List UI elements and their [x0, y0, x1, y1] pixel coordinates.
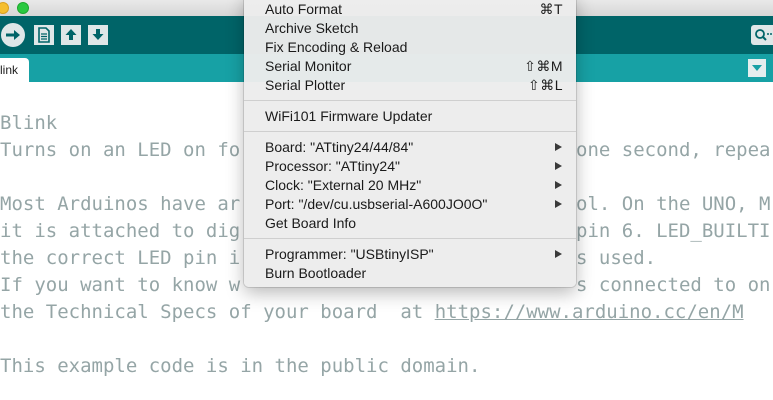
right-arrow-icon [6, 30, 20, 40]
code-fragment: pin 6. LED_BUILTI [576, 220, 771, 242]
zoom-window-button[interactable] [17, 2, 29, 14]
menu-item-wifi101-updater[interactable]: WiFi101 Firmware Updater [244, 107, 576, 126]
shortcut-label: ⇧⌘L [527, 77, 563, 93]
document-icon [38, 27, 50, 43]
tab-sketch[interactable]: link [0, 58, 29, 82]
submenu-arrow-icon [555, 162, 562, 170]
code-fragment: one second, repea [576, 139, 771, 161]
menu-item-burn-bootloader[interactable]: Burn Bootloader [244, 264, 576, 283]
upload-button[interactable] [1, 23, 25, 47]
new-sketch-button[interactable] [34, 25, 54, 45]
shortcut-label: ⌘T [539, 1, 563, 17]
menu-item-processor[interactable]: Processor: "ATtiny24" [244, 157, 576, 176]
tab-menu-button[interactable] [748, 59, 766, 77]
reference-link[interactable]: https://www.arduino.cc/en/M [435, 301, 744, 323]
shortcut-label: ⇧⌘M [524, 58, 563, 74]
code-fragment: s connected to on [576, 274, 771, 296]
menu-item-clock[interactable]: Clock: "External 20 MHz" [244, 176, 576, 195]
submenu-arrow-icon [555, 181, 562, 189]
chevron-down-icon [752, 65, 762, 71]
magnifier-icon [755, 29, 772, 41]
menu-item-fix-encoding[interactable]: Fix Encoding & Reload [244, 38, 576, 57]
code-fragment: ol. On the UNO, M [576, 193, 771, 215]
menu-item-programmer[interactable]: Programmer: "USBtinyISP" [244, 245, 576, 264]
tools-menu: Auto Format ⌘T Archive Sketch Fix Encodi… [244, 0, 576, 287]
up-arrow-icon [65, 29, 77, 40]
menu-item-archive-sketch[interactable]: Archive Sketch [244, 19, 576, 38]
submenu-arrow-icon [555, 143, 562, 151]
menu-item-board[interactable]: Board: "ATtiny24/44/84" [244, 138, 576, 157]
code-line-text: the Technical Specs of your board at [0, 301, 435, 323]
menu-separator [244, 131, 576, 132]
submenu-arrow-icon [555, 250, 562, 258]
open-sketch-button[interactable] [61, 25, 81, 45]
code-line-with-link: the Technical Specs of your board at htt… [0, 299, 744, 326]
save-sketch-button[interactable] [88, 25, 108, 45]
menu-separator [244, 238, 576, 239]
menu-item-get-board-info[interactable]: Get Board Info [244, 214, 576, 233]
tab-label: link [0, 63, 19, 77]
menu-item-serial-plotter[interactable]: Serial Plotter ⇧⌘L [244, 76, 576, 95]
submenu-arrow-icon [555, 200, 562, 208]
down-arrow-icon [92, 29, 104, 40]
menu-item-auto-format[interactable]: Auto Format ⌘T [244, 0, 576, 19]
menu-item-port[interactable]: Port: "/dev/cu.usbserial-A600JO0O" [244, 195, 576, 214]
code-right-fragments: one second, repea ol. On the UNO, M pin … [576, 110, 770, 299]
menu-item-serial-monitor[interactable]: Serial Monitor ⇧⌘M [244, 57, 576, 76]
serial-monitor-button[interactable] [751, 25, 773, 45]
code-fragment: s used. [576, 247, 657, 269]
menu-separator [244, 100, 576, 101]
minimize-window-button[interactable] [0, 2, 9, 14]
code-line: This example code is in the public domai… [0, 355, 481, 377]
